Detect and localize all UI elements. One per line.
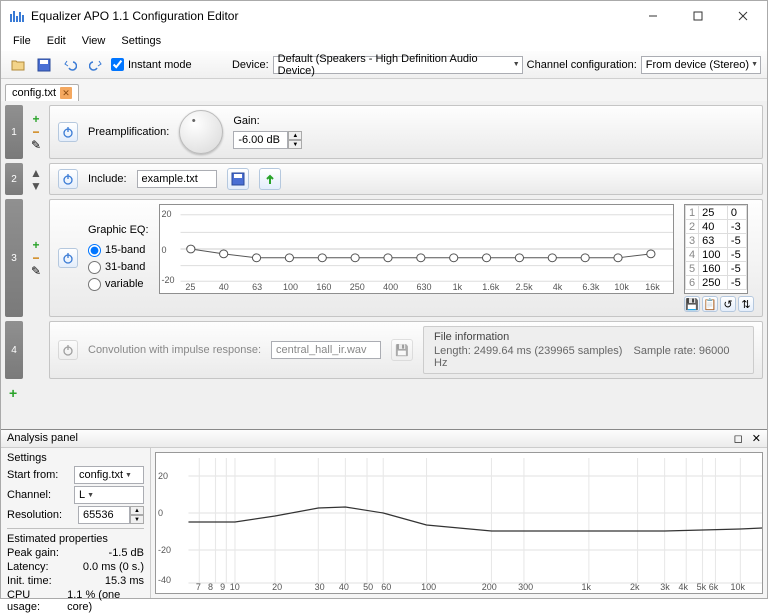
row-convolution: 4 Convolution with impulse response: 💾 F… [5, 321, 763, 379]
peak-gain-value: -1.5 dB [109, 547, 144, 559]
table-copy-icon[interactable]: 📋 [702, 296, 718, 312]
gain-spinner[interactable]: ▲▼ [233, 131, 302, 149]
gain-input[interactable] [233, 131, 288, 149]
analysis-title: Analysis panel [7, 432, 78, 445]
remove-icon[interactable]: − [29, 252, 43, 264]
radio-variable[interactable]: variable [88, 278, 149, 291]
menu-bar: File Edit View Settings [1, 31, 767, 51]
table-invert-icon[interactable]: ⇅ [738, 296, 754, 312]
chconfig-label: Channel configuration: [527, 59, 637, 71]
row-controls: + − ✎ [27, 105, 45, 159]
include-panel: Include: [49, 163, 763, 195]
close-button[interactable] [720, 2, 765, 30]
convolution-panel: Convolution with impulse response: 💾 Fil… [49, 321, 763, 379]
latency-value: 0.0 ms (0 s.) [83, 561, 144, 573]
settings-header: Settings [7, 452, 144, 464]
ir-file-input [271, 341, 381, 359]
add-filter-icon[interactable]: + [9, 385, 17, 401]
browse-file-button[interactable] [227, 168, 249, 190]
tab-bar: config.txt ✕ [1, 79, 767, 101]
open-include-button[interactable] [259, 168, 281, 190]
analysis-panel: Analysis panel ◻ ✕ Settings Start from:c… [1, 429, 767, 598]
open-button[interactable] [7, 54, 29, 76]
spin-up-icon[interactable]: ▲ [288, 131, 302, 140]
add-above-icon[interactable]: + [29, 113, 43, 125]
gain-knob[interactable] [179, 110, 223, 154]
add-row: + [5, 383, 763, 403]
window-title: Equalizer APO 1.1 Configuration Editor [31, 9, 630, 23]
menu-edit[interactable]: Edit [39, 33, 74, 49]
start-from-combo[interactable]: config.txt▼ [74, 466, 144, 484]
radio-31band[interactable]: 31-band [88, 261, 149, 274]
power-toggle[interactable] [58, 122, 78, 142]
add-above-icon[interactable]: + [29, 239, 43, 251]
spin-down-icon[interactable]: ▼ [288, 140, 302, 149]
include-file-input[interactable] [137, 170, 217, 188]
row-controls: + − ✎ [27, 199, 45, 317]
chevron-up-icon[interactable]: ▲ [29, 167, 43, 179]
row-preamp: 1 + − ✎ Preamplification: Gain: ▲▼ [5, 105, 763, 159]
undo-button[interactable] [59, 54, 81, 76]
table-reset-icon[interactable]: ↺ [720, 296, 736, 312]
filter-rows: 1 + − ✎ Preamplification: Gain: ▲▼ 2 ▲ ▼ [1, 101, 767, 429]
redo-button[interactable] [85, 54, 107, 76]
estimated-header: Estimated properties [7, 533, 144, 545]
geq-panel: Graphic EQ: 15-band 31-band variable [49, 199, 763, 317]
device-label: Device: [232, 59, 269, 71]
edit-icon[interactable]: ✎ [29, 139, 43, 151]
power-toggle[interactable] [58, 248, 78, 268]
row-controls: ▲ ▼ [27, 163, 45, 195]
tab-config[interactable]: config.txt ✕ [5, 84, 79, 101]
geq-chart[interactable]: 20 0 -20 2540631001602504006301k1.6k2.5k… [159, 204, 674, 294]
include-label: Include: [88, 173, 127, 185]
remove-icon[interactable]: − [29, 126, 43, 138]
edit-icon[interactable]: ✎ [29, 265, 43, 277]
row-geq: 3 + − ✎ Graphic EQ: 15-band 31-band vari… [5, 199, 763, 317]
row-handle[interactable]: 1 [5, 105, 23, 159]
instant-mode-checkbox[interactable]: Instant mode [111, 58, 192, 71]
chconfig-combo[interactable]: From device (Stereo)▼ [641, 56, 761, 74]
table-save-icon[interactable]: 💾 [684, 296, 700, 312]
cpu-usage-value: 1.1 % (one core) [67, 589, 144, 613]
window-titlebar: Equalizer APO 1.1 Configuration Editor [1, 1, 767, 31]
menu-file[interactable]: File [5, 33, 39, 49]
maximize-button[interactable] [675, 2, 720, 30]
analysis-settings: Settings Start from:config.txt▼ Channel:… [1, 448, 151, 598]
power-toggle[interactable] [58, 169, 78, 189]
close-panel-icon[interactable]: ✕ [752, 433, 761, 445]
analysis-chart[interactable]: 20 0 -20 -40 78910 2030405060 100200300 … [155, 452, 763, 594]
file-info-box: File information Length: 2499.64 ms (239… [423, 326, 754, 374]
row-handle[interactable]: 2 [5, 163, 23, 195]
convolution-label: Convolution with impulse response: [88, 344, 261, 356]
main-toolbar: Instant mode Device: Default (Speakers -… [1, 51, 767, 79]
preamp-panel: Preamplification: Gain: ▲▼ [49, 105, 763, 159]
row-controls [27, 321, 45, 379]
save-button[interactable] [33, 54, 55, 76]
init-time-value: 15.3 ms [105, 575, 144, 587]
device-combo[interactable]: Default (Speakers - High Definition Audi… [273, 56, 523, 74]
band-table[interactable]: 1250240-3363-54100-55160-56250-5 [684, 204, 748, 294]
gain-label: Gain: [233, 115, 302, 127]
radio-15band[interactable]: 15-band [88, 244, 149, 257]
resolution-spinner[interactable]: ▲▼ [78, 506, 144, 524]
menu-settings[interactable]: Settings [113, 33, 169, 49]
minimize-button[interactable] [630, 2, 675, 30]
browse-ir-button: 💾 [391, 339, 413, 361]
preamp-label: Preamplification: [88, 126, 169, 138]
channel-combo[interactable]: L▼ [74, 486, 144, 504]
tab-close-icon[interactable]: ✕ [60, 87, 72, 99]
power-toggle[interactable] [58, 340, 78, 360]
tab-label: config.txt [12, 87, 56, 99]
chevron-down-icon[interactable]: ▼ [29, 180, 43, 192]
row-handle[interactable]: 3 [5, 199, 23, 317]
row-include: 2 ▲ ▼ Include: [5, 163, 763, 195]
row-handle[interactable]: 4 [5, 321, 23, 379]
geq-label: Graphic EQ: [88, 224, 149, 236]
undock-icon[interactable]: ◻ [734, 433, 743, 445]
app-icon [9, 8, 25, 24]
menu-view[interactable]: View [74, 33, 114, 49]
